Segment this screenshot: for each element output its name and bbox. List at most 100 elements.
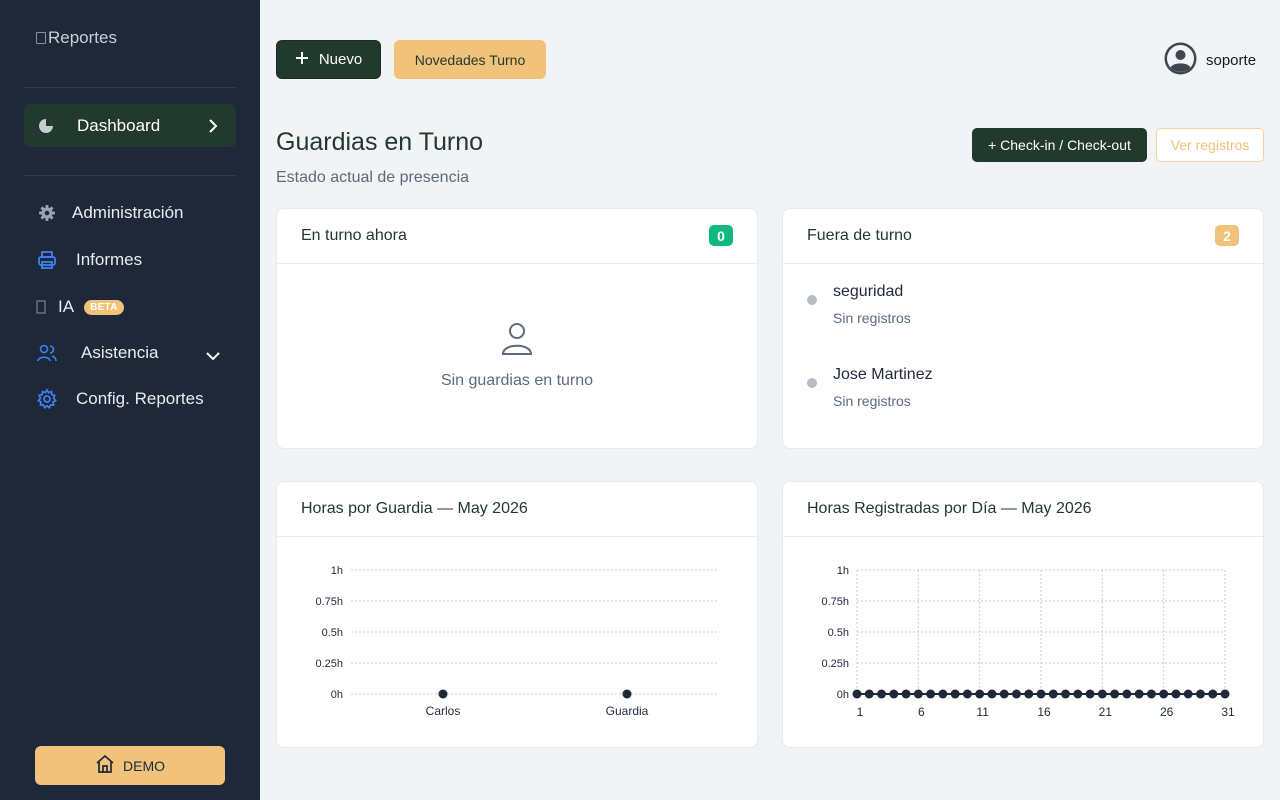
card-header: Horas Registradas por Día — May 2026 (783, 482, 1263, 537)
card-header: Fuera de turno 2 (783, 209, 1263, 264)
person-status: Sin registros (833, 310, 911, 326)
person-name: Jose Martinez (833, 366, 933, 383)
data-point (913, 689, 923, 699)
sidebar-item-ia[interactable]: IA BETA (36, 296, 124, 318)
sidebar-item-label: Informes (76, 250, 143, 269)
divider (24, 87, 236, 88)
y-tick-label: 1h (837, 565, 849, 577)
logo[interactable]: Reportes (36, 28, 117, 48)
card-title: En turno ahora (301, 227, 407, 244)
sidebar-item-label: Config. Reportes (76, 389, 204, 408)
data-point (999, 689, 1009, 699)
data-point (1085, 689, 1095, 699)
novedades-turno-button[interactable]: Novedades Turno (394, 40, 546, 79)
data-point (938, 689, 948, 699)
off-duty-card: Fuera de turno 2 seguridad Sin registros… (782, 208, 1264, 449)
x-tick-label: 6 (918, 705, 925, 719)
hours-by-guard-card: Horas por Guardia — May 2026 0h 0.25h 0.5h… (276, 481, 758, 748)
sidebar-item-label: Asistencia (81, 343, 159, 362)
chevron-down-icon (206, 346, 220, 366)
username: soporte (1206, 52, 1257, 69)
sidebar: Reportes Dashboard Administración Inform… (0, 0, 260, 800)
y-tick-label: 0.75h (315, 596, 343, 608)
data-point (1208, 689, 1218, 699)
sidebar-item-informes[interactable]: Informes (36, 249, 142, 271)
data-point (1097, 689, 1107, 699)
y-tick-label: 1h (331, 565, 343, 577)
chevron-right-icon (208, 118, 218, 138)
sidebar-item-administracion[interactable]: Administración (36, 202, 184, 224)
x-tick-label: 21 (1099, 705, 1113, 719)
y-tick-label: 0.25h (315, 658, 343, 670)
ai-icon (36, 296, 46, 318)
data-point (975, 689, 985, 699)
data-point (1048, 689, 1058, 699)
page-title: Guardias en Turno (276, 128, 484, 156)
logo-alt-text: Reportes (48, 28, 117, 47)
home-icon (95, 754, 115, 777)
demo-label: DEMO (123, 757, 165, 774)
y-tick-label: 0.5h (322, 627, 343, 639)
data-point (987, 689, 997, 699)
sidebar-item-label: IA (58, 297, 75, 316)
hours-by-day-card: Horas Registradas por Día — May 2026 0h 0… (782, 481, 1264, 748)
new-button-label: Nuevo (318, 51, 363, 68)
count-badge: 0 (709, 225, 733, 246)
data-point (950, 689, 960, 699)
data-point (1036, 689, 1046, 699)
empty-state-text: Sin guardias en turno (440, 372, 594, 389)
demo-button[interactable]: DEMO (35, 746, 225, 785)
data-point (1146, 689, 1156, 699)
data-point (1220, 689, 1230, 699)
pie-chart-icon (38, 118, 54, 139)
new-button[interactable]: Nuevo (276, 40, 381, 79)
card-title: Horas por Guardia — May 2026 (301, 500, 528, 517)
list-item: seguridad Sin registros (807, 283, 911, 326)
x-tick-label: Guardia (606, 704, 649, 718)
x-tick-label: 1 (857, 705, 864, 719)
data-point (1195, 689, 1205, 699)
data-point (622, 689, 632, 699)
y-tick-label: 0.25h (821, 658, 849, 670)
y-tick-label: 0.75h (821, 596, 849, 608)
list-item: Jose Martinez Sin registros (807, 366, 933, 409)
data-point (1171, 689, 1181, 699)
data-point (1011, 689, 1021, 699)
empty-state: Sin guardias en turno (277, 321, 757, 390)
data-point (1159, 689, 1169, 699)
card-title: Fuera de turno (807, 227, 912, 244)
x-tick-label: 16 (1037, 705, 1051, 719)
check-in-out-button[interactable]: + Check-in / Check-out (972, 128, 1147, 162)
data-point (852, 689, 862, 699)
data-point (962, 689, 972, 699)
page-subtitle: Estado actual de presencia (276, 169, 470, 186)
data-point (1183, 689, 1193, 699)
count-badge: 2 (1215, 225, 1239, 246)
x-tick-label: 31 (1221, 705, 1235, 719)
view-records-button[interactable]: Ver registros (1156, 128, 1264, 162)
on-duty-card: En turno ahora 0 Sin guardias en turno (276, 208, 758, 449)
users-icon (36, 342, 58, 364)
data-point (1122, 689, 1132, 699)
data-point (438, 689, 448, 699)
sidebar-item-config-reportes[interactable]: Config. Reportes (36, 388, 204, 410)
x-tick-label: Carlos (426, 704, 461, 718)
person-status: Sin registros (833, 393, 911, 409)
data-point (926, 689, 936, 699)
sidebar-item-dashboard[interactable]: Dashboard (24, 104, 236, 147)
beta-badge: BETA (84, 299, 124, 315)
printer-icon (36, 249, 58, 271)
user-menu[interactable]: soporte (1164, 42, 1256, 79)
data-point (901, 689, 911, 699)
card-header: Horas por Guardia — May 2026 (277, 482, 757, 537)
sidebar-item-asistencia[interactable]: Asistencia (36, 342, 222, 364)
y-tick-label: 0.5h (828, 627, 849, 639)
broken-image-icon (36, 32, 46, 44)
person-name: seguridad (833, 283, 904, 300)
data-point (1024, 689, 1034, 699)
status-dot (807, 295, 817, 305)
user-icon (500, 323, 534, 361)
hours-by-guard-chart: 0h 0.25h 0.5h 0.75h 1h Carlos Guardia (315, 565, 719, 718)
data-point (1073, 689, 1083, 699)
card-header: En turno ahora 0 (277, 209, 757, 264)
